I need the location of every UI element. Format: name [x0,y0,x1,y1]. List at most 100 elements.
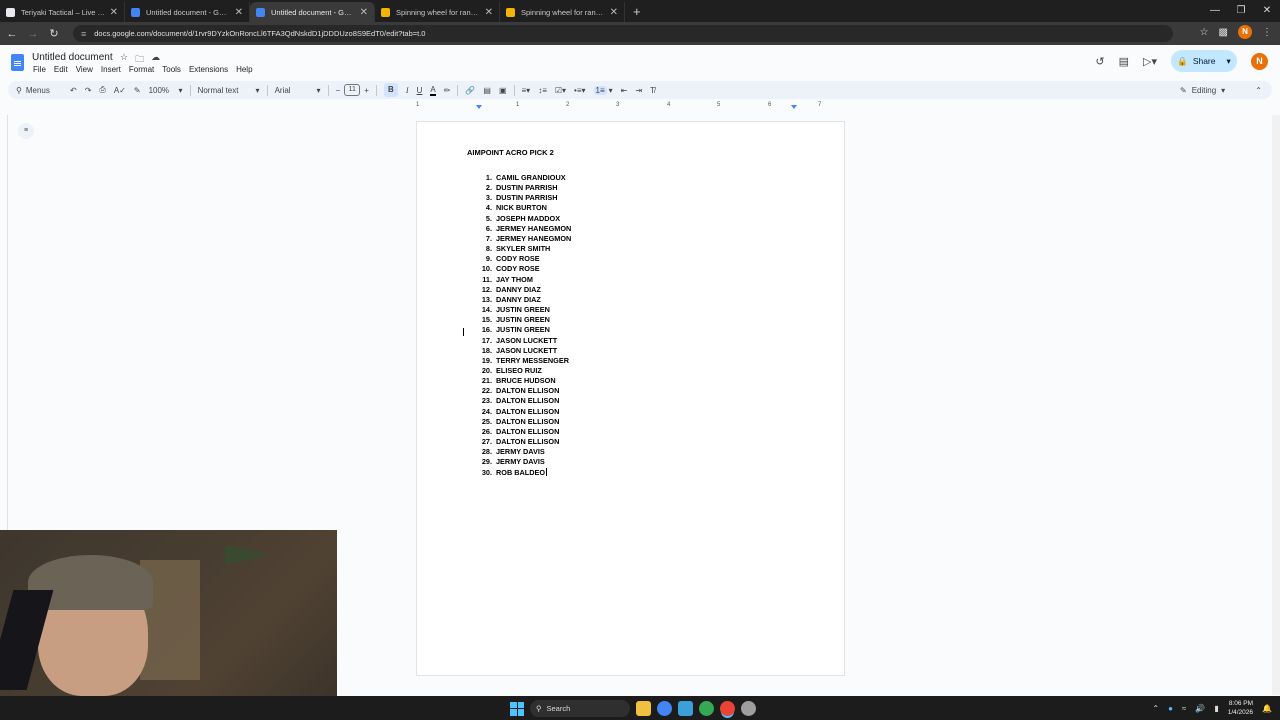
left-indent-marker[interactable] [476,105,482,109]
insert-link-icon[interactable]: 🔗 [465,86,475,95]
site-info-icon[interactable]: ≡ [81,29,86,39]
editing-mode-select[interactable]: ✎ Editing ▾ [1180,86,1242,95]
add-comment-icon[interactable]: ▤ [483,86,491,95]
font-select[interactable]: Arial ▾ [275,86,321,95]
zoom-select[interactable]: 100% ▾ [149,86,183,95]
new-tab-button[interactable]: + [633,4,641,19]
list-name: DUSTIN PARRISH [496,183,558,193]
share-dropdown-icon[interactable]: ▾ [1227,56,1231,67]
menu-insert[interactable]: Insert [101,65,121,74]
menu-help[interactable]: Help [236,65,252,74]
spellcheck-icon[interactable]: A✓ [114,86,126,95]
back-icon[interactable]: ← [3,28,21,40]
bookmark-star-icon[interactable]: ☆ [1200,27,1209,38]
horizontal-ruler[interactable]: 1 1 2 3 4 5 6 7 [416,101,844,112]
right-indent-marker[interactable] [791,105,797,109]
chrome-active-icon[interactable] [720,701,735,716]
docs-logo-icon[interactable] [11,54,24,71]
wifi-icon[interactable]: ≈ [1182,704,1186,713]
mic-icon[interactable]: ● [1168,704,1173,713]
bold-icon[interactable]: B [383,83,398,97]
menu-extensions[interactable]: Extensions [189,65,228,74]
battery-icon[interactable]: ▮ [1214,704,1218,713]
browser-tab[interactable]: Untitled document - Google Docs ✕ [250,2,375,22]
minimize-button[interactable]: — [1202,0,1228,22]
account-avatar[interactable]: N [1251,52,1268,70]
close-tab-icon[interactable]: ✕ [235,7,243,18]
maximize-button[interactable]: ❐ [1228,0,1254,22]
italic-icon[interactable]: I [406,86,409,95]
search-icon: ⚲ [536,704,542,713]
document-page[interactable]: AIMPOINT ACRO PICK 2 1. CAMIL GRANDIOUX 2.… [416,121,845,676]
comments-icon[interactable]: ▤ [1119,55,1129,68]
close-tab-icon[interactable]: ✕ [360,7,368,18]
chrome-icon[interactable] [657,701,672,716]
insert-image-icon[interactable]: ▣ [499,86,507,95]
decrease-font-size-icon[interactable]: − [336,86,341,95]
undo-icon[interactable]: ↶ [70,86,77,95]
close-tab-icon[interactable]: ✕ [485,7,493,18]
document-title[interactable]: Untitled document [32,52,113,63]
menu-tools[interactable]: Tools [162,65,181,74]
text-color-icon[interactable]: A [430,85,436,96]
numbered-list-icon[interactable]: 1≡ [593,85,607,95]
app-icon[interactable] [678,701,693,716]
print-icon[interactable]: ⎙ [99,85,105,95]
menu-view[interactable]: View [76,65,93,74]
list-name: BRUCE HUDSON [496,376,556,386]
volume-icon[interactable]: 🔊 [1195,704,1205,713]
clock[interactable]: 8:06 PM 1/4/2026 [1228,699,1253,717]
browser-tab[interactable]: Untitled document - Google Docs ✕ [125,2,250,22]
close-window-button[interactable]: ✕ [1254,0,1280,22]
list-item: 8. SKYLER SMITH [477,244,571,254]
chrome-alt-icon[interactable] [741,701,756,716]
browser-tab[interactable]: Spinning wheel for random choic... ✕ [375,2,500,22]
line-spacing-icon[interactable]: ↕≡ [538,86,547,95]
vertical-scrollbar[interactable] [1272,115,1280,695]
start-button-icon[interactable] [510,701,524,716]
chrome-profile-icon[interactable] [699,701,714,716]
highlight-icon[interactable]: ✏ [444,86,451,95]
webcam-overlay [0,530,337,696]
font-size-input[interactable]: 11 [344,84,361,96]
collapse-toolbar-icon[interactable]: ⌃ [1255,86,1262,95]
address-bar[interactable]: ≡ docs.google.com/document/d/1rvr9DYzkOn… [73,25,1173,42]
paragraph-style-select[interactable]: Normal text ▾ [198,86,260,95]
notifications-icon[interactable]: 🔔 [1262,704,1272,713]
menu-file[interactable]: File [33,65,46,74]
increase-font-size-icon[interactable]: + [364,86,369,95]
share-button[interactable]: 🔒 Share ▾ [1171,50,1237,72]
browser-tab[interactable]: Spinning wheel for random choic... ✕ [500,2,625,22]
extensions-icon[interactable]: ▩ [1219,27,1228,38]
paint-format-icon[interactable]: ✎ [134,86,141,95]
forward-icon[interactable]: → [24,28,42,40]
bulleted-list-icon[interactable]: •≡▾ [574,86,585,95]
increase-indent-icon[interactable]: ⇥ [635,86,642,95]
numbered-list-dropdown-icon[interactable]: ▾ [609,86,613,95]
browser-tab[interactable]: Teriyaki Tactical – Live Tactical Wi... ✕ [0,2,125,22]
version-history-icon[interactable]: ↺ [1095,55,1104,68]
menu-format[interactable]: Format [129,65,154,74]
clear-formatting-icon[interactable]: T̸ [650,86,655,95]
list-number: 5. [485,213,492,223]
tab-title: Spinning wheel for random choic... [396,7,481,17]
document-outline-icon[interactable]: ≡ [18,123,34,139]
close-tab-icon[interactable]: ✕ [610,7,618,18]
decrease-indent-icon[interactable]: ⇤ [621,86,628,95]
align-icon[interactable]: ≡▾ [522,86,531,95]
reload-icon[interactable]: ↻ [45,27,63,40]
list-item: 1. CAMIL GRANDIOUX [477,173,571,183]
close-tab-icon[interactable]: ✕ [110,7,118,18]
chevron-down-icon: ▾ [1221,85,1226,95]
underline-icon[interactable]: U [417,86,423,95]
file-explorer-icon[interactable] [636,701,651,716]
redo-icon[interactable]: ↷ [85,86,92,95]
browser-profile-avatar[interactable]: N [1238,25,1252,39]
tray-chevron-icon[interactable]: ⌃ [1152,704,1159,713]
meet-icon[interactable]: ▷▾ [1143,55,1157,68]
browser-menu-icon[interactable]: ⋮ [1262,27,1272,38]
taskbar-search[interactable]: ⚲ Search [530,700,630,717]
checklist-icon[interactable]: ☑▾ [555,86,566,95]
menus-search[interactable]: ⚲ Menus [16,86,66,95]
menu-edit[interactable]: Edit [54,65,68,74]
